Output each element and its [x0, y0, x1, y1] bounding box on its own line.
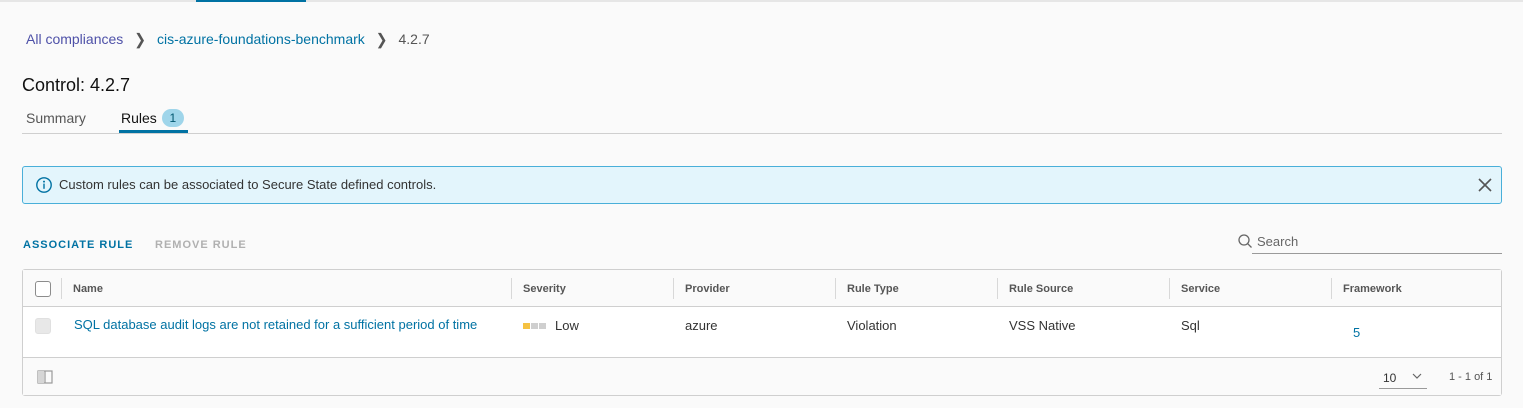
rules-count-badge: 1 — [161, 109, 184, 127]
severity-cell: Low — [523, 318, 579, 333]
table-header: Name Severity Provider Rule Type Rule So… — [23, 270, 1501, 307]
breadcrumb-benchmark[interactable]: cis-azure-foundations-benchmark — [157, 31, 365, 47]
column-header-framework[interactable]: Framework — [1331, 270, 1501, 307]
select-all-checkbox[interactable] — [35, 281, 51, 297]
pagination-range: 1 - 1 of 1 — [1449, 371, 1493, 383]
breadcrumb-separator-icon: ❯ — [134, 29, 146, 48]
associate-rule-button[interactable]: ASSOCIATE RULE — [23, 239, 133, 251]
chevron-down-icon — [1412, 373, 1422, 379]
breadcrumb-current: 4.2.7 — [398, 31, 430, 47]
row-checkbox[interactable] — [35, 318, 51, 334]
breadcrumb: All compliances ❯ cis-azure-foundations-… — [26, 30, 430, 48]
severity-level-icon — [523, 322, 547, 329]
column-header-severity[interactable]: Severity — [511, 270, 673, 307]
page-size-value: 10 — [1383, 371, 1397, 385]
column-toggle-icon[interactable] — [37, 370, 53, 384]
column-header-rule-type[interactable]: Rule Type — [835, 270, 997, 307]
breadcrumb-separator-icon: ❯ — [375, 29, 388, 48]
search-input[interactable] — [1252, 230, 1502, 254]
column-header-label: Name — [73, 282, 103, 295]
column-header-rule-source[interactable]: Rule Source — [997, 270, 1169, 307]
tab-bar: Summary Rules 1 — [22, 108, 1502, 134]
column-header-label: Service — [1181, 282, 1221, 295]
rule-type-cell: Violation — [847, 318, 897, 333]
page-size-select[interactable]: 10 — [1379, 367, 1427, 389]
framework-cell: 5 — [1353, 325, 1360, 340]
table-footer: 10 1 - 1 of 1 — [23, 358, 1501, 395]
tab-summary-label: Summary — [26, 110, 86, 126]
provider-cell: azure — [685, 318, 718, 333]
severity-label: Low — [555, 318, 579, 333]
rule-name-cell: SQL database audit logs are not retained… — [74, 318, 504, 332]
rule-source-cell: VSS Native — [1009, 318, 1076, 333]
column-header-provider[interactable]: Provider — [673, 270, 835, 307]
column-header-name[interactable]: Name — [61, 270, 511, 307]
table-row[interactable]: SQL database audit logs are not retained… — [23, 307, 1501, 358]
column-header-label: Rule Source — [1009, 282, 1074, 295]
column-header-label: Severity — [523, 282, 566, 295]
column-header-label: Provider — [685, 282, 730, 295]
search-icon — [1238, 234, 1252, 248]
remove-rule-button[interactable]: REMOVE RULE — [155, 239, 247, 251]
rules-table: Name Severity Provider Rule Type Rule So… — [22, 269, 1502, 396]
tab-summary[interactable]: Summary — [26, 108, 86, 134]
info-alert: Custom rules can be associated to Secure… — [22, 166, 1502, 204]
tab-rules[interactable]: Rules 1 — [119, 108, 188, 133]
column-header-service[interactable]: Service — [1169, 270, 1331, 307]
top-nav-underline — [0, 0, 1523, 2]
info-icon — [36, 177, 52, 193]
search-box — [1236, 230, 1502, 254]
framework-count-link[interactable]: 5 — [1353, 325, 1360, 340]
breadcrumb-all-compliances[interactable]: All compliances — [26, 31, 123, 47]
column-header-label: Framework — [1343, 282, 1402, 295]
rule-name-link[interactable]: SQL database audit logs are not retained… — [74, 317, 477, 332]
top-nav-active-indicator — [196, 0, 306, 2]
page-title: Control: 4.2.7 — [22, 75, 131, 95]
column-header-label: Rule Type — [847, 282, 899, 295]
service-cell: Sql — [1181, 318, 1200, 333]
close-icon[interactable] — [1477, 177, 1493, 193]
alert-message: Custom rules can be associated to Secure… — [59, 177, 437, 192]
tab-rules-label: Rules — [121, 110, 157, 126]
